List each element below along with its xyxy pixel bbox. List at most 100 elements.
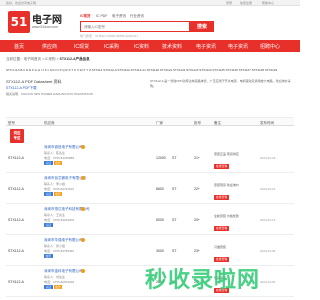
breadcrumb-prefix: 当前位置： bbox=[6, 57, 24, 61]
table-row: STX112-A 深圳市创芯微电子有限公司 联系人：李小姐 电话：0755-82791… bbox=[6, 174, 294, 204]
nav-suppliers[interactable]: 供应商 bbox=[42, 43, 57, 50]
publish-time: 2024-03-06 bbox=[260, 280, 276, 284]
th-manufacturer: 厂家 bbox=[156, 120, 163, 125]
search-tab-news[interactable]: 电子资讯 bbox=[112, 14, 126, 19]
datasheet-desc: 相关说明：SILICON NPN POWER DARLINGTON TRANSI… bbox=[6, 92, 93, 96]
quantity: 12000 bbox=[156, 156, 166, 160]
consult-button[interactable]: 在线咨询 bbox=[214, 257, 230, 262]
quantity: 5000 bbox=[156, 218, 164, 222]
search-box bbox=[80, 21, 190, 32]
manufacturer: ST bbox=[172, 218, 177, 222]
consult-button[interactable]: 在线咨询 bbox=[214, 164, 230, 169]
row-note: 原装现货 欢迎询价 bbox=[214, 183, 239, 187]
consult-button[interactable]: 在线咨询 bbox=[214, 195, 230, 200]
nav-news[interactable]: 电子资讯 bbox=[196, 43, 216, 50]
nav-tech-data[interactable]: 技术资料 bbox=[162, 43, 182, 50]
consult-button[interactable]: 在线咨询 bbox=[214, 226, 230, 231]
help-link[interactable]: 帮助中心 bbox=[262, 1, 274, 5]
batch-code: 22+ bbox=[194, 187, 200, 191]
search-tab-industry[interactable]: 行业资讯 bbox=[130, 14, 144, 19]
quantity: 8600 bbox=[156, 187, 164, 191]
member-badge: 会员 bbox=[53, 161, 63, 165]
supplier-link[interactable]: 深圳市创芯微电子有限公司 bbox=[44, 176, 86, 181]
supplier-phone: 电话：0755-82563298 bbox=[44, 280, 75, 284]
member-badge: 会员 bbox=[44, 254, 53, 258]
search-tab-ic-pdf[interactable]: IC PDF bbox=[96, 14, 107, 18]
qq-icon[interactable] bbox=[81, 237, 85, 242]
breadcrumb: 当前位置：电子网首页 > IC采购 > STX112-A产品信息 bbox=[6, 57, 90, 62]
badge-group: 认证 会员 bbox=[44, 192, 63, 196]
qq-icon[interactable] bbox=[81, 144, 85, 149]
supplier-contact: 联系人：张小姐 bbox=[44, 244, 66, 248]
supplier-link[interactable]: 深圳市金科电子有限公司 bbox=[44, 269, 83, 274]
alpha-index[interactable]: STX 0-9 A B C D E F G H I J K L M N O P … bbox=[6, 68, 296, 72]
part-number[interactable]: STX112-A bbox=[8, 218, 24, 222]
table-row: STX112-A 深圳市恒达电子科技有限公司 联系人：王先生 电话：0755-8303… bbox=[6, 205, 294, 235]
badge-group: 会员 bbox=[44, 254, 54, 258]
search-input[interactable] bbox=[81, 22, 189, 31]
qq-icon[interactable] bbox=[81, 206, 85, 211]
logo-name: 电子网 bbox=[32, 15, 62, 26]
part-number[interactable]: STX112-A bbox=[8, 280, 24, 284]
breadcrumb-current: STX112-A产品信息 bbox=[59, 57, 90, 61]
member-badge: 认证 bbox=[44, 223, 53, 227]
batch-code: 21+ bbox=[194, 156, 200, 160]
nav-ic-data[interactable]: IC资料 bbox=[134, 43, 149, 50]
hot-searches[interactable]: 热门搜索：STM32 LM358 NE555 AMS1117 bbox=[80, 34, 138, 38]
supplier-contact: 联系人：李小姐 bbox=[44, 182, 66, 186]
breadcrumb-path[interactable]: 电子网首页 > IC采购 > bbox=[24, 57, 60, 61]
qq-icon[interactable] bbox=[81, 175, 85, 180]
nav-ic-purchase[interactable]: IC采购 bbox=[104, 43, 119, 50]
welcome-text: 您好，欢迎访问电子网 bbox=[6, 1, 37, 6]
datasheet-title: STX112-A PDF Datasheet 资料 bbox=[6, 79, 62, 84]
qq-icon[interactable] bbox=[81, 268, 85, 273]
login-link[interactable]: 登录 bbox=[226, 1, 232, 5]
publish-time: 2024-03-12 bbox=[260, 218, 276, 222]
supplier-contact: 联系人：王先生 bbox=[44, 213, 66, 217]
publish-time: 2024-03-09 bbox=[260, 249, 276, 253]
th-time: 发布时间 bbox=[260, 120, 274, 125]
supplier-phone: 电话：0755-82791516 bbox=[44, 187, 75, 191]
member-badge: 认证 bbox=[44, 192, 53, 196]
badge-group: 认证 会员 bbox=[44, 161, 63, 165]
nav-news-2[interactable]: 电子资讯 bbox=[228, 43, 248, 50]
badge-group: 认证 会员 bbox=[44, 285, 63, 289]
publish-time: 2024-03-15 bbox=[260, 187, 276, 191]
th-batch: 批号 bbox=[194, 120, 201, 125]
row-note: 原装正品 现货供应 bbox=[214, 152, 239, 156]
promo-badge[interactable]: 供应 专区 bbox=[10, 129, 24, 143]
member-badge: 会员 bbox=[53, 285, 63, 289]
row-note: 全新原装 价格优势 bbox=[214, 214, 239, 218]
supplier-contact: 联系人：陈先生 bbox=[44, 151, 66, 155]
table-row: STX112-A 深圳市诚信电子有限公司 联系人：陈先生 电话：0755-832668… bbox=[6, 143, 294, 173]
badge-group: 认证 bbox=[44, 223, 54, 227]
supplier-link[interactable]: 深圳市诚信电子有限公司 bbox=[44, 145, 83, 150]
part-number[interactable]: STX112-A bbox=[8, 187, 24, 191]
register-link[interactable]: 免费注册 bbox=[240, 1, 252, 5]
search-button[interactable]: 搜索 bbox=[190, 21, 214, 32]
th-part: 型号 bbox=[8, 120, 15, 125]
supplier-phone: 电话：0755-83266888 bbox=[44, 156, 75, 160]
batch-code: 23+ bbox=[194, 249, 200, 253]
nav-home[interactable]: 首页 bbox=[14, 43, 24, 50]
supplier-phone: 电话：0755-83033209 bbox=[44, 218, 75, 222]
logo-badge-icon: 51 bbox=[8, 11, 30, 33]
site-logo[interactable]: 51 电子网 www.51dzw.com bbox=[8, 10, 68, 34]
th-note: 备注 bbox=[214, 120, 221, 125]
supplier-contact: 联系人：刘先生 bbox=[44, 275, 66, 279]
part-number[interactable]: STX112-A bbox=[8, 156, 24, 160]
publish-time: 2024-03-18 bbox=[260, 156, 276, 160]
row-note: 只做原装 bbox=[214, 245, 227, 249]
datasheet-summary: STX112-A 是一款硅NPN功率达林顿晶体管，广泛应用于开关电源、电机驱动及… bbox=[150, 79, 291, 88]
nav-ic-stock[interactable]: IC现货 bbox=[74, 43, 89, 50]
manufacturer: ST bbox=[172, 187, 177, 191]
manufacturer: ST bbox=[172, 249, 177, 253]
datasheet-download-link[interactable]: STX112-A PDF下载 bbox=[6, 86, 37, 91]
search-tab-ic-stock[interactable]: IC现货 bbox=[80, 14, 91, 19]
part-number[interactable]: STX112-A bbox=[8, 249, 24, 253]
batch-code: 20+ bbox=[194, 218, 200, 222]
manufacturer: ST bbox=[172, 156, 177, 160]
supplier-link[interactable]: 深圳市华强电子有限公司 bbox=[44, 238, 83, 243]
th-supplier: 供应商 bbox=[44, 120, 55, 125]
nav-jobs[interactable]: 招聘中心 bbox=[260, 43, 280, 50]
